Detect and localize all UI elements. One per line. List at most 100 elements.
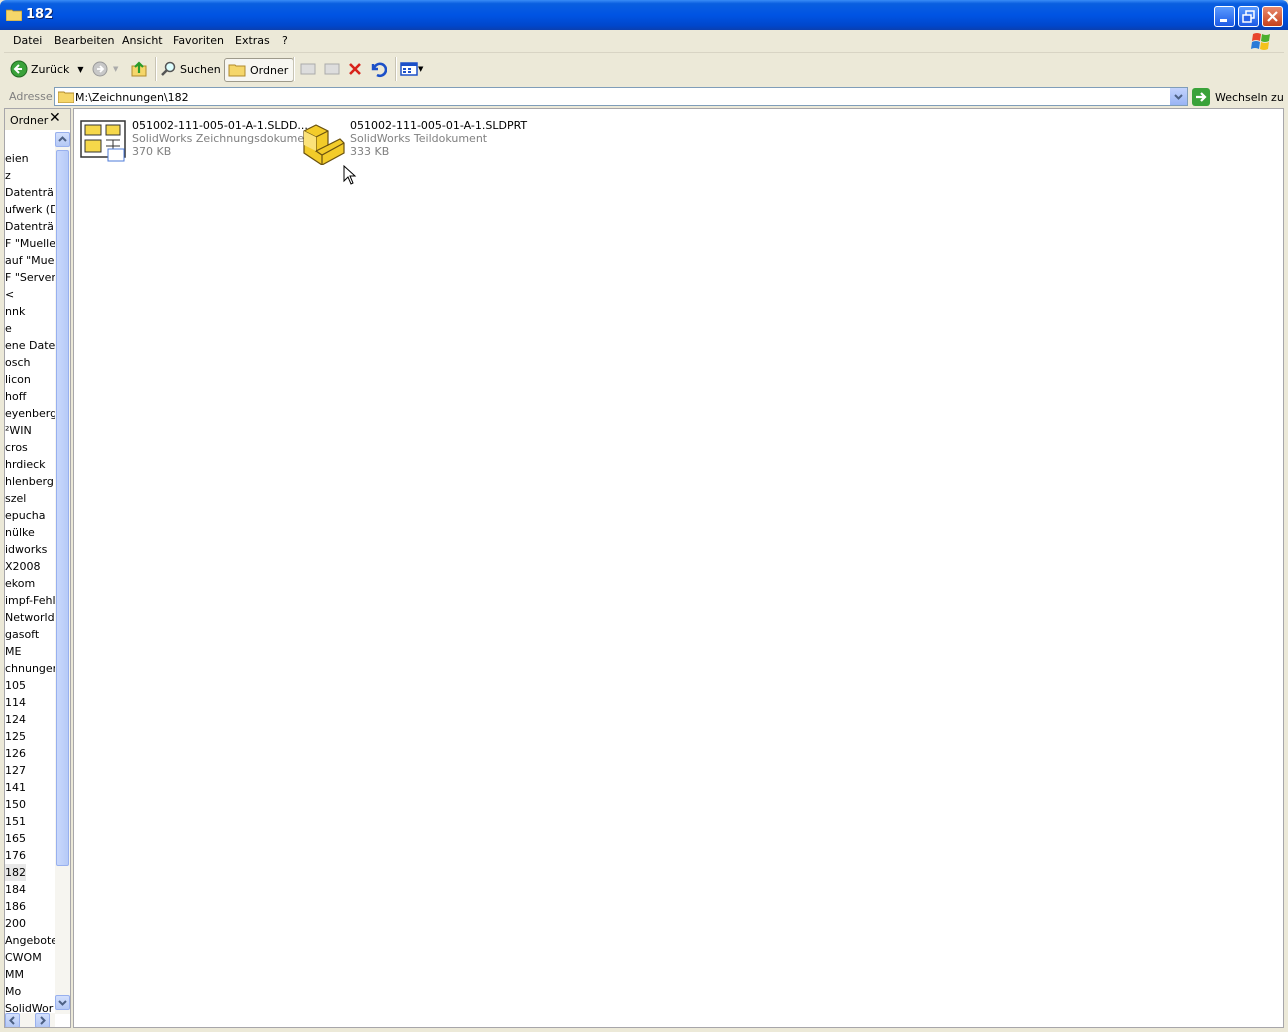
delete-button[interactable]	[347, 58, 363, 80]
scroll-up-button[interactable]	[55, 132, 70, 147]
tree-item[interactable]: 127	[5, 762, 26, 779]
tree-item[interactable]: Angebote	[5, 932, 55, 949]
explorer-window: 182 Datei Bearbeiten Ansicht Favoriten E…	[0, 0, 1288, 1032]
scroll-thumb[interactable]	[56, 150, 69, 866]
tree-item[interactable]: chnungen	[5, 660, 55, 677]
scroll-right-button[interactable]	[35, 1013, 50, 1027]
tree-item[interactable]: ME	[5, 643, 21, 660]
copy-to-button[interactable]	[323, 58, 341, 80]
file-item[interactable]: 051002-111-005-01-A-1.SLDPRT SolidWorks …	[298, 117, 527, 167]
up-folder-button[interactable]	[130, 58, 148, 80]
tree-item[interactable]: ufwerk (D	[5, 201, 55, 218]
mouse-pointer-icon	[343, 165, 357, 185]
chevron-up-icon	[58, 136, 67, 142]
tree-item[interactable]: 186	[5, 898, 26, 915]
file-name: 051002-111-005-01-A-1.SLDD...	[132, 119, 308, 132]
tree-item[interactable]: 125	[5, 728, 26, 745]
close-button[interactable]	[1262, 6, 1283, 27]
tree-item[interactable]: Datenträ	[5, 218, 54, 235]
chevron-right-icon	[40, 1016, 46, 1025]
file-type: SolidWorks Zeichnungsdokument	[132, 132, 316, 145]
address-dropdown-button[interactable]	[1169, 88, 1187, 105]
file-item[interactable]: 051002-111-005-01-A-1.SLDD... SolidWorks…	[80, 117, 315, 167]
tree-item[interactable]: F "Server"	[5, 269, 55, 286]
tree-item[interactable]: 114	[5, 694, 26, 711]
tree-item[interactable]: ene Datei	[5, 337, 55, 354]
address-label: Adresse	[9, 90, 53, 103]
folder-up-icon	[131, 61, 147, 77]
tree-item[interactable]: hoff	[5, 388, 26, 405]
move-to-button[interactable]	[299, 58, 317, 80]
tree-item[interactable]: Networld	[5, 609, 55, 626]
tree-item[interactable]: F "Mueller_	[5, 235, 55, 252]
tree-item[interactable]: auf "Muel	[5, 252, 55, 269]
tree-item[interactable]: 150	[5, 796, 26, 813]
tree-item[interactable]: z	[5, 167, 11, 184]
tree-item[interactable]: 165	[5, 830, 26, 847]
tree-item[interactable]: hlenberg	[5, 473, 54, 490]
folder-pane: Ordner ✕ eien z Datenträ ufwerk (D Datentr…	[4, 108, 71, 1028]
delete-icon	[349, 63, 361, 75]
tree-item[interactable]: 176	[5, 847, 26, 864]
folders-button[interactable]: Ordner	[224, 58, 295, 82]
tree-item[interactable]: 200	[5, 915, 26, 932]
search-label: Suchen	[180, 62, 221, 76]
go-button[interactable]: Wechseln zu	[1192, 88, 1284, 106]
tree-item[interactable]: <	[5, 286, 14, 303]
menu-file[interactable]: Datei	[13, 34, 42, 47]
tree-item[interactable]: licon	[5, 371, 31, 388]
search-button[interactable]: Suchen	[160, 58, 221, 80]
close-pane-icon[interactable]: ✕	[49, 110, 61, 126]
scroll-down-button[interactable]	[55, 995, 70, 1010]
vertical-scrollbar[interactable]	[55, 132, 70, 1014]
menu-tools[interactable]: Extras	[235, 34, 270, 47]
windows-logo-icon	[1251, 33, 1270, 50]
file-list[interactable]: 051002-111-005-01-A-1.SLDD... SolidWorks…	[73, 108, 1284, 1028]
tree-item[interactable]: nnk	[5, 303, 25, 320]
tree-item[interactable]: 141	[5, 779, 26, 796]
tree-item[interactable]: eien	[5, 150, 29, 167]
folder-icon	[6, 9, 22, 21]
tree-item[interactable]: Mo	[5, 983, 21, 1000]
title-bar[interactable]: 182	[0, 0, 1288, 30]
tree-item[interactable]: 124	[5, 711, 26, 728]
back-dropdown-icon[interactable]: ▼	[77, 65, 83, 74]
toolbar: Zurück ▼ ▼ Suchen Ordner ▼	[4, 53, 1284, 87]
tree-item[interactable]: cros	[5, 439, 28, 456]
views-button[interactable]: ▼	[400, 58, 423, 80]
tree-item[interactable]: osch	[5, 354, 30, 371]
menu-view[interactable]: Ansicht	[122, 34, 163, 47]
forward-button[interactable]: ▼	[92, 58, 118, 80]
horizontal-scrollbar[interactable]	[5, 1013, 55, 1027]
tree-item[interactable]: 105	[5, 677, 26, 694]
tree-item[interactable]: 184	[5, 881, 26, 898]
menu-help[interactable]: ?	[282, 34, 288, 47]
back-button[interactable]: Zurück ▼	[10, 58, 84, 80]
tree-item[interactable]: impf-Fehle	[5, 592, 55, 609]
scroll-left-button[interactable]	[5, 1013, 20, 1027]
tree-item[interactable]: MM	[5, 966, 24, 983]
tree-item[interactable]: epucha	[5, 507, 45, 524]
tree-item[interactable]: CWOM	[5, 949, 42, 966]
tree-item[interactable]: gasoft	[5, 626, 39, 643]
menu-edit[interactable]: Bearbeiten	[54, 34, 114, 47]
tree-item[interactable]: idworks	[5, 541, 47, 558]
tree-item[interactable]: hrdieck	[5, 456, 46, 473]
restore-button[interactable]	[1238, 6, 1259, 27]
minimize-button[interactable]	[1214, 6, 1235, 27]
tree-item[interactable]: 182	[5, 864, 26, 881]
tree-item[interactable]: X2008	[5, 558, 41, 575]
chevron-left-icon	[9, 1016, 15, 1025]
address-input[interactable]: M:\Zeichnungen\182	[54, 87, 1188, 106]
tree-item[interactable]: ekom	[5, 575, 35, 592]
tree-item[interactable]: e	[5, 320, 12, 337]
tree-item[interactable]: 126	[5, 745, 26, 762]
tree-item[interactable]: szel	[5, 490, 26, 507]
menu-favorites[interactable]: Favoriten	[173, 34, 224, 47]
tree-item[interactable]: eyenberg	[5, 405, 55, 422]
tree-item[interactable]: Datenträ	[5, 184, 54, 201]
tree-item[interactable]: nülke	[5, 524, 35, 541]
tree-item[interactable]: ²WIN	[5, 422, 32, 439]
tree-item[interactable]: 151	[5, 813, 26, 830]
undo-button[interactable]	[369, 58, 387, 80]
